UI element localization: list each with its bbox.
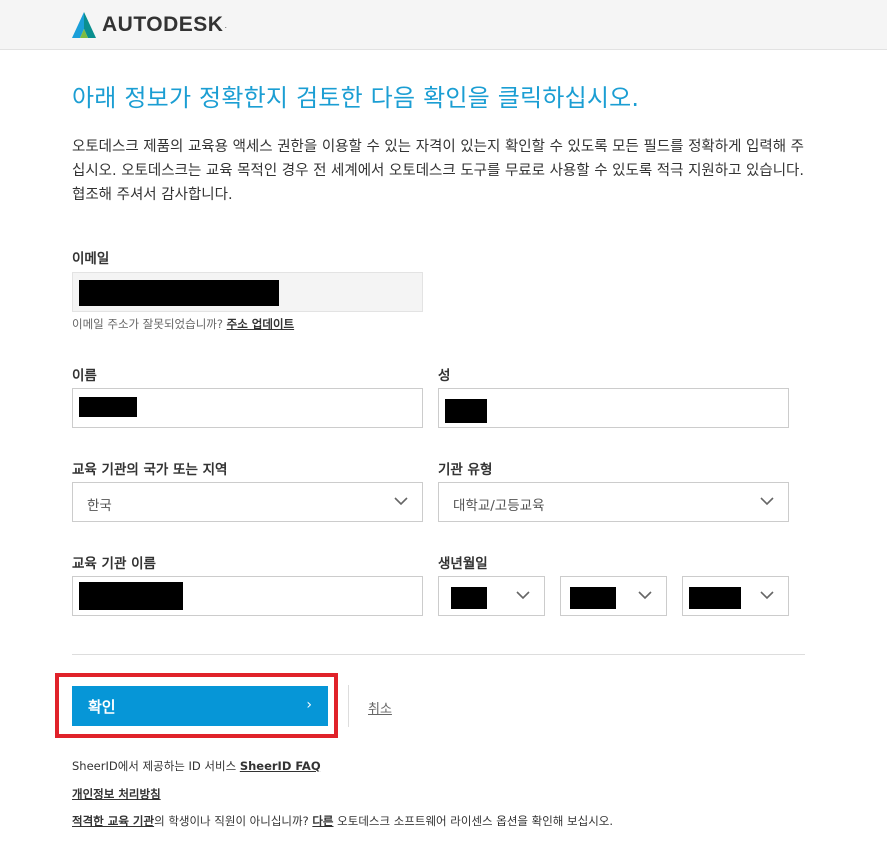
chevron-down-icon: [760, 496, 774, 506]
redacted-birth-year: [451, 587, 487, 609]
country-value: 한국: [87, 498, 112, 514]
birthdate-label: 생년월일: [438, 556, 488, 572]
email-hint: 이메일 주소가 잘못되었습니까? 주소 업데이트: [72, 316, 294, 332]
brand-name: AUTODESK: [102, 13, 224, 36]
birth-day-select[interactable]: [682, 576, 789, 616]
redacted-birth-month: [570, 587, 616, 609]
institution-type-select[interactable]: 대학교/고등교육: [438, 482, 789, 522]
privacy-line: 개인정보 처리방침: [72, 786, 161, 802]
redacted-first-name: [79, 397, 137, 417]
redacted-last-name: [445, 399, 487, 423]
cancel-link[interactable]: 취소: [368, 698, 392, 717]
other-options-text: 오토데스크 소프트웨어 라이센스 옵션을 확인해 보십시오.: [337, 814, 614, 828]
redacted-birth-day: [689, 587, 741, 609]
brand-mark: .: [224, 20, 228, 30]
chevron-right-icon: ›: [306, 697, 312, 713]
institution-name-label: 교육 기관 이름: [72, 556, 156, 572]
privacy-policy-link[interactable]: 개인정보 처리방침: [72, 787, 161, 801]
institution-type-value: 대학교/고등교육: [453, 498, 545, 514]
email-hint-text: 이메일 주소가 잘못되었습니까?: [72, 317, 223, 331]
birth-year-select[interactable]: [438, 576, 545, 616]
sheerid-line: SheerID에서 제공하는 ID 서비스 SheerID FAQ: [72, 758, 321, 774]
confirm-button[interactable]: 확인 ›: [72, 686, 328, 726]
chevron-down-icon: [516, 590, 530, 600]
last-name-label: 성: [438, 368, 451, 384]
last-name-input[interactable]: [438, 388, 789, 428]
autodesk-logo-icon: [72, 12, 96, 38]
action-separator: [348, 685, 349, 727]
country-select[interactable]: 한국: [72, 482, 423, 522]
form-divider: [72, 654, 805, 655]
chevron-down-icon: [760, 590, 774, 600]
email-field: [72, 272, 423, 312]
sheerid-faq-link[interactable]: SheerID FAQ: [240, 759, 321, 773]
institution-type-label: 기관 유형: [438, 462, 493, 478]
redacted-email: [79, 280, 279, 306]
country-label: 교육 기관의 국가 또는 지역: [72, 462, 228, 478]
confirm-button-label: 확인: [88, 697, 116, 716]
intro-text: 오토데스크 제품의 교육용 액세스 권한을 이용할 수 있는 자격이 있는지 확…: [72, 139, 805, 203]
header-bar: AUTODESK .: [0, 0, 887, 50]
institution-name-input[interactable]: [72, 576, 423, 616]
chevron-down-icon: [638, 590, 652, 600]
sheerid-text: SheerID에서 제공하는 ID 서비스: [72, 759, 237, 773]
chevron-down-icon: [394, 496, 408, 506]
redacted-institution-name: [79, 582, 183, 610]
page-title: 아래 정보가 정확한지 검토한 다음 확인을 클릭하십시오.: [72, 84, 640, 112]
eligibility-text: 의 학생이나 직원이 아니십니까?: [154, 814, 309, 828]
update-email-link[interactable]: 주소 업데이트: [227, 317, 294, 331]
first-name-input[interactable]: [72, 388, 423, 428]
first-name-label: 이름: [72, 368, 97, 384]
autodesk-logo[interactable]: AUTODESK .: [72, 12, 227, 38]
eligibility-line: 적격한 교육 기관의 학생이나 직원이 아니십니까? 다른 오토데스크 소프트웨…: [72, 813, 613, 829]
eligible-institution-link[interactable]: 적격한 교육 기관: [72, 814, 154, 828]
other-options-link[interactable]: 다른: [312, 814, 333, 828]
birth-month-select[interactable]: [560, 576, 667, 616]
email-label: 이메일: [72, 251, 110, 267]
